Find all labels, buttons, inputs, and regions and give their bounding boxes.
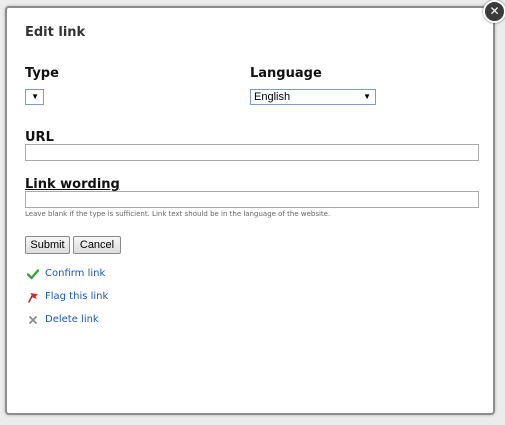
url-label: URL [25, 130, 54, 145]
link-wording-label: Link wording [25, 177, 120, 192]
type-select[interactable]: ▼ [25, 89, 44, 105]
link-wording-hint: Leave blank if the type is sufficient. L… [25, 210, 331, 218]
language-label: Language [250, 66, 322, 81]
cancel-button[interactable]: Cancel [73, 236, 121, 254]
confirm-link-action[interactable]: Confirm link [27, 268, 137, 282]
link-wording-input[interactable] [25, 191, 479, 208]
language-select[interactable]: English ▼ [250, 89, 376, 105]
confirm-link-label: Confirm link [45, 268, 106, 279]
submit-button[interactable]: Submit [25, 236, 70, 254]
close-icon[interactable]: ✕ [483, 0, 505, 23]
delete-link-action[interactable]: Delete link [27, 314, 137, 328]
chevron-down-icon: ▼ [31, 92, 39, 101]
delete-link-label: Delete link [45, 314, 99, 325]
flag-link-action[interactable]: Flag this link [27, 291, 137, 305]
type-label: Type [25, 66, 59, 81]
edit-link-dialog: Edit link Type ▼ Language English ▼ URL … [5, 6, 495, 415]
flag-link-label: Flag this link [45, 291, 109, 302]
dialog-title: Edit link [25, 25, 86, 40]
flag-icon [28, 293, 38, 303]
url-input[interactable] [25, 144, 479, 161]
x-icon [29, 316, 37, 324]
language-selected-value: English [254, 91, 291, 103]
chevron-down-icon: ▼ [363, 92, 371, 101]
check-icon [27, 269, 39, 280]
